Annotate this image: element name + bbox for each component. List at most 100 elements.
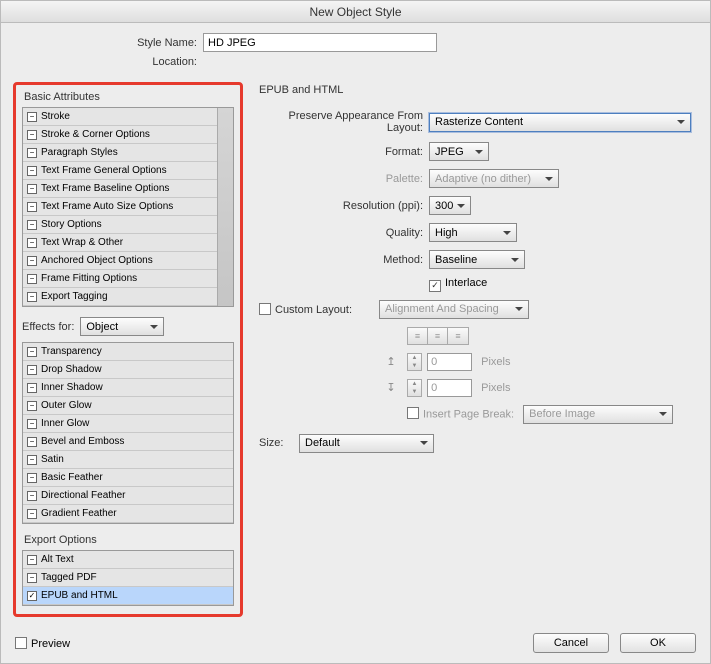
list-item[interactable]: −Frame Fitting Options: [23, 270, 218, 288]
list-item[interactable]: −Tagged PDF: [23, 569, 233, 587]
list-item[interactable]: −Stroke & Corner Options: [23, 126, 218, 144]
list-item[interactable]: ✓ EPUB and HTML: [23, 587, 233, 605]
basic-attributes-title: Basic Attributes: [24, 91, 234, 103]
palette-label: Palette:: [259, 173, 429, 185]
checkbox-icon[interactable]: −: [27, 347, 37, 357]
location-label: Location:: [1, 56, 203, 68]
list-item[interactable]: −Drop Shadow: [23, 361, 233, 379]
header-form: Style Name: Location:: [1, 23, 710, 76]
quality-dropdown[interactable]: High: [429, 223, 517, 242]
effects-list[interactable]: −Transparency−Drop Shadow−Inner Shadow−O…: [22, 342, 234, 524]
list-item[interactable]: −Bevel and Emboss: [23, 433, 233, 451]
checkbox-icon[interactable]: −: [27, 573, 37, 583]
effects-for-label: Effects for:: [22, 321, 74, 333]
insert-break-value: Before Image: [529, 408, 595, 420]
preserve-label: Preserve Appearance From Layout:: [259, 110, 429, 134]
palette-value: Adaptive (no dither): [435, 173, 531, 185]
quality-value: High: [435, 227, 458, 239]
list-item-label: Frame Fitting Options: [41, 273, 137, 284]
checkbox-icon[interactable]: −: [27, 401, 37, 411]
resolution-value: 300: [435, 200, 453, 212]
checkbox-icon[interactable]: −: [27, 491, 37, 501]
checkbox-icon[interactable]: −: [27, 238, 37, 248]
cancel-button[interactable]: Cancel: [533, 633, 609, 653]
method-dropdown[interactable]: Baseline: [429, 250, 525, 269]
export-options-list[interactable]: −Alt Text−Tagged PDF✓EPUB and HTML: [22, 550, 234, 606]
align-center-icon: ≡: [428, 328, 448, 344]
checkbox-icon[interactable]: −: [27, 383, 37, 393]
checkbox-icon[interactable]: −: [27, 365, 37, 375]
effects-for-dropdown[interactable]: Object: [80, 317, 164, 336]
space-before-icon: ↥: [383, 355, 399, 368]
quality-label: Quality:: [259, 227, 429, 239]
list-item-label: Inner Shadow: [41, 382, 103, 393]
alignment-buttons: ≡ ≡ ≡: [407, 327, 469, 345]
preserve-dropdown[interactable]: Rasterize Content: [429, 113, 691, 132]
list-item-label: Stroke & Corner Options: [41, 129, 150, 140]
size-label: Size:: [259, 437, 299, 449]
checkbox-icon[interactable]: −: [27, 419, 37, 429]
list-item[interactable]: −Outer Glow: [23, 397, 233, 415]
checkbox-icon[interactable]: −: [27, 437, 37, 447]
list-item-label: Alt Text: [41, 554, 74, 565]
style-name-input[interactable]: [203, 33, 437, 52]
list-item[interactable]: −Text Frame General Options: [23, 162, 218, 180]
custom-layout-value: Alignment And Spacing: [385, 303, 499, 315]
list-item[interactable]: −Export Tagging: [23, 288, 218, 306]
list-item[interactable]: −Stroke: [23, 108, 218, 126]
ok-button[interactable]: OK: [620, 633, 696, 653]
list-item[interactable]: −Gradient Feather: [23, 505, 233, 523]
checkbox-icon[interactable]: −: [27, 184, 37, 194]
list-item[interactable]: −Alt Text: [23, 551, 233, 569]
export-options-title: Export Options: [24, 534, 234, 546]
basic-attributes-list[interactable]: −Stroke−Stroke & Corner Options−Paragrap…: [22, 107, 234, 307]
list-item-label: Anchored Object Options: [41, 255, 153, 266]
list-item[interactable]: −Inner Shadow: [23, 379, 233, 397]
checkbox-icon[interactable]: −: [27, 473, 37, 483]
checkbox-icon[interactable]: −: [27, 455, 37, 465]
category-sidebar: Basic Attributes −Stroke−Stroke & Corner…: [13, 82, 243, 617]
list-item-label: Drop Shadow: [41, 364, 102, 375]
list-item-label: Story Options: [41, 219, 102, 230]
list-item-label: Bevel and Emboss: [41, 436, 124, 447]
checkbox-icon[interactable]: −: [27, 509, 37, 519]
checkbox-icon[interactable]: −: [27, 112, 37, 122]
custom-layout-label: Custom Layout:: [275, 304, 352, 316]
checkbox-icon[interactable]: −: [27, 555, 37, 565]
format-value: JPEG: [435, 146, 464, 158]
list-item[interactable]: −Text Frame Auto Size Options: [23, 198, 218, 216]
preview-checkbox[interactable]: [15, 637, 27, 649]
interlace-checkbox[interactable]: [429, 280, 441, 292]
checkbox-icon[interactable]: ✓: [27, 591, 37, 601]
list-item[interactable]: −Transparency: [23, 343, 233, 361]
checkbox-icon[interactable]: −: [27, 256, 37, 266]
space-after-icon: ↧: [383, 381, 399, 394]
list-item[interactable]: −Inner Glow: [23, 415, 233, 433]
resolution-dropdown[interactable]: 300: [429, 196, 471, 215]
method-value: Baseline: [435, 254, 477, 266]
list-item[interactable]: −Paragraph Styles: [23, 144, 218, 162]
custom-layout-checkbox[interactable]: [259, 303, 271, 315]
list-item[interactable]: −Anchored Object Options: [23, 252, 218, 270]
format-dropdown[interactable]: JPEG: [429, 142, 489, 161]
size-dropdown[interactable]: Default: [299, 434, 434, 453]
footer: Preview Cancel OK: [15, 633, 696, 653]
style-name-label: Style Name:: [1, 37, 203, 49]
checkbox-icon[interactable]: −: [27, 148, 37, 158]
checkbox-icon[interactable]: −: [27, 292, 37, 302]
list-item[interactable]: −Story Options: [23, 216, 218, 234]
list-item[interactable]: −Directional Feather: [23, 487, 233, 505]
settings-panel: EPUB and HTML Preserve Appearance From L…: [259, 82, 698, 617]
checkbox-icon[interactable]: −: [27, 220, 37, 230]
list-item[interactable]: −Text Frame Baseline Options: [23, 180, 218, 198]
panel-title: EPUB and HTML: [259, 84, 698, 96]
list-item[interactable]: −Satin: [23, 451, 233, 469]
size-value: Default: [305, 437, 340, 449]
checkbox-icon[interactable]: −: [27, 130, 37, 140]
checkbox-icon[interactable]: −: [27, 202, 37, 212]
list-item[interactable]: −Basic Feather: [23, 469, 233, 487]
checkbox-icon[interactable]: −: [27, 274, 37, 284]
list-item-label: EPUB and HTML: [41, 590, 118, 601]
list-item[interactable]: −Text Wrap & Other: [23, 234, 218, 252]
checkbox-icon[interactable]: −: [27, 166, 37, 176]
